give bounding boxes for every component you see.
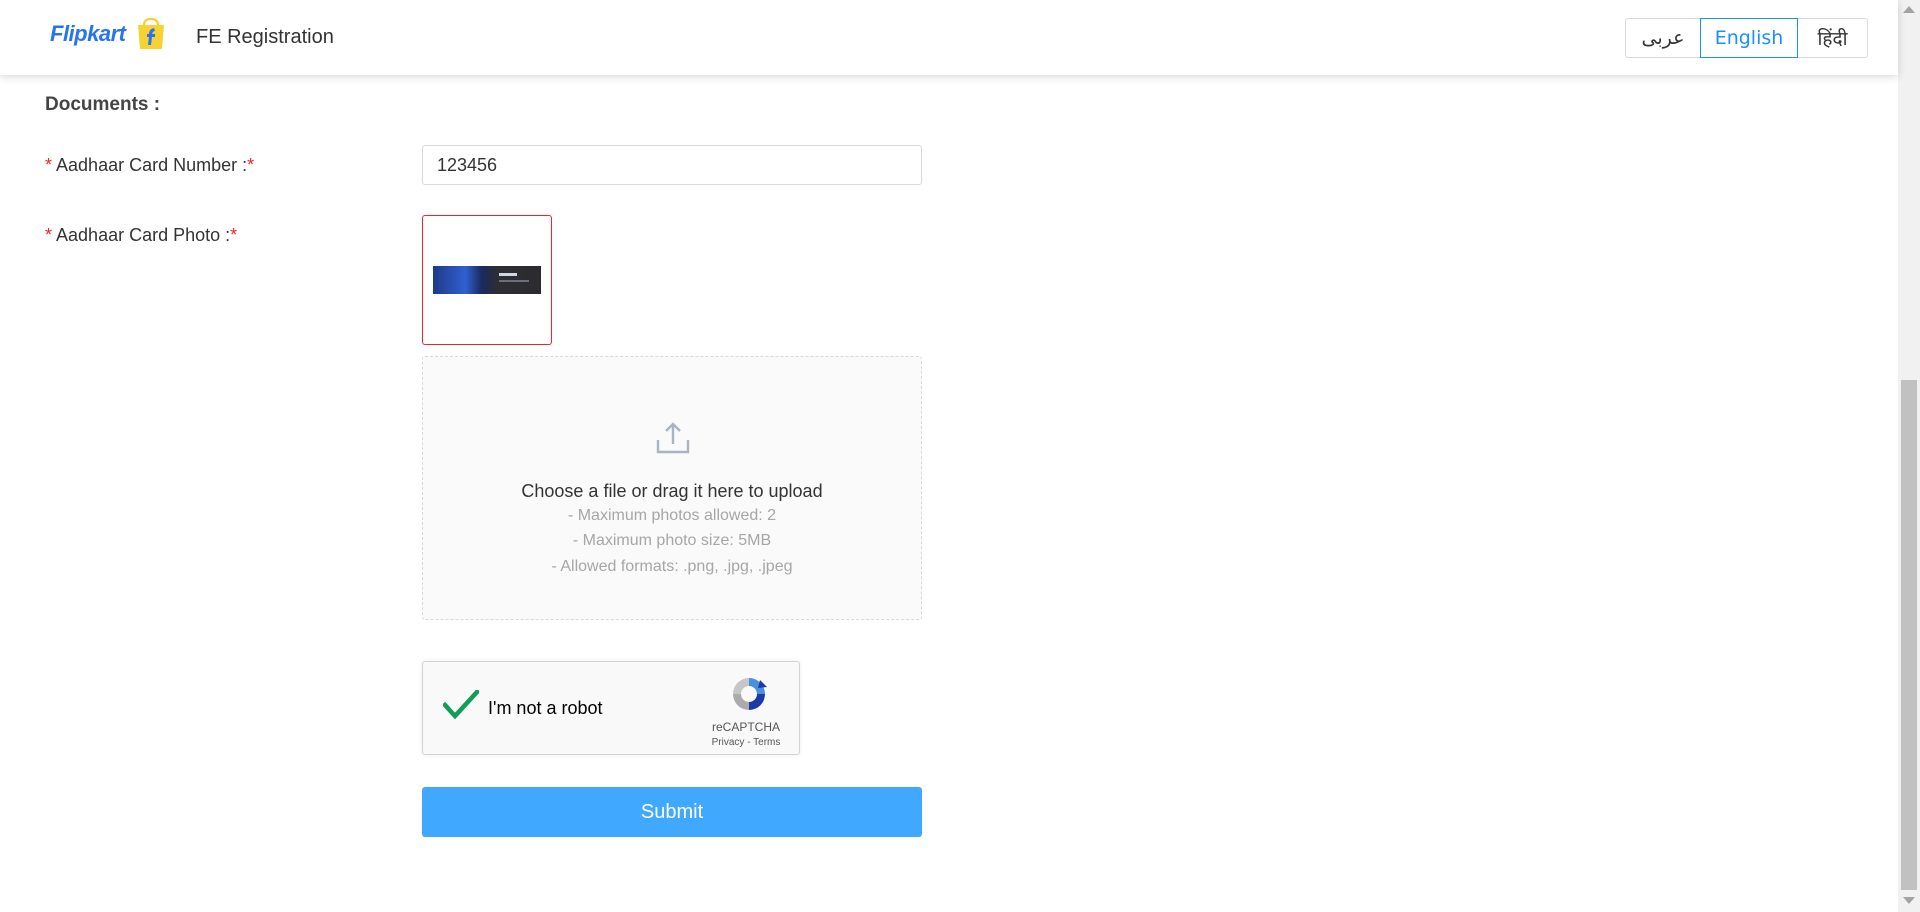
vertical-scrollbar[interactable]	[1898, 0, 1920, 912]
upload-icon	[655, 420, 691, 456]
uploaded-photo-thumbnail[interactable]	[422, 215, 552, 345]
page-header-title: FE Registration	[196, 26, 334, 48]
logo-text: Flipkart	[50, 21, 126, 46]
shopping-bag-icon	[135, 17, 167, 50]
upload-hint-max-photos: - Maximum photos allowed: 2	[567, 507, 777, 524]
upload-hint-formats: - Allowed formats: .png, .jpg, .jpeg	[551, 558, 793, 575]
scrollbar-thumb[interactable]	[1901, 380, 1917, 890]
aadhaar-number-label: * Aadhaar Card Number :*	[45, 155, 254, 176]
upload-hint-max-size: - Maximum photo size: 5MB	[572, 532, 772, 549]
photo-text-line	[499, 280, 529, 282]
recaptcha-checkbox[interactable]	[441, 688, 481, 720]
uploaded-photo-image	[433, 266, 541, 294]
file-upload-dropzone[interactable]: Choose a file or drag it here to upload …	[422, 356, 922, 620]
flipkart-logo[interactable]: Flipkart	[50, 17, 167, 50]
submit-button[interactable]: Submit	[422, 787, 922, 837]
photo-text-line	[499, 273, 517, 276]
recaptcha-brand-text: reCAPTCHA	[711, 720, 780, 734]
aadhaar-photo-label-text: Aadhaar Card Photo :	[56, 225, 231, 245]
required-mark: *	[247, 155, 255, 175]
scroll-down-arrow-icon[interactable]	[1903, 897, 1915, 904]
aadhaar-number-input[interactable]	[422, 145, 922, 185]
recaptcha-logo-icon	[729, 674, 769, 714]
language-hindi-button[interactable]: हिंदी	[1797, 18, 1868, 58]
language-english-button[interactable]: English	[1700, 18, 1798, 58]
required-mark: *	[45, 225, 53, 245]
required-mark: *	[230, 225, 238, 245]
recaptcha-privacy-terms-links[interactable]: Privacy - Terms	[701, 737, 791, 748]
recaptcha-label: I'm not a robot	[488, 698, 603, 718]
required-mark: *	[45, 155, 53, 175]
language-switcher: عربى English हिंदी	[1625, 18, 1868, 58]
language-arabic-button[interactable]: عربى	[1625, 18, 1701, 58]
upload-instructions: Choose a file or drag it here to upload	[521, 481, 823, 501]
scroll-up-arrow-icon[interactable]	[1903, 6, 1915, 13]
aadhaar-number-label-text: Aadhaar Card Number :	[56, 155, 248, 175]
recaptcha-widget: I'm not a robot reCAPTCHA Privacy - Term…	[422, 661, 800, 755]
documents-section-title: Documents :	[45, 94, 161, 115]
top-header: Flipkart FE Registration عربى English हि…	[0, 0, 1898, 75]
aadhaar-photo-label: * Aadhaar Card Photo :*	[45, 225, 237, 246]
